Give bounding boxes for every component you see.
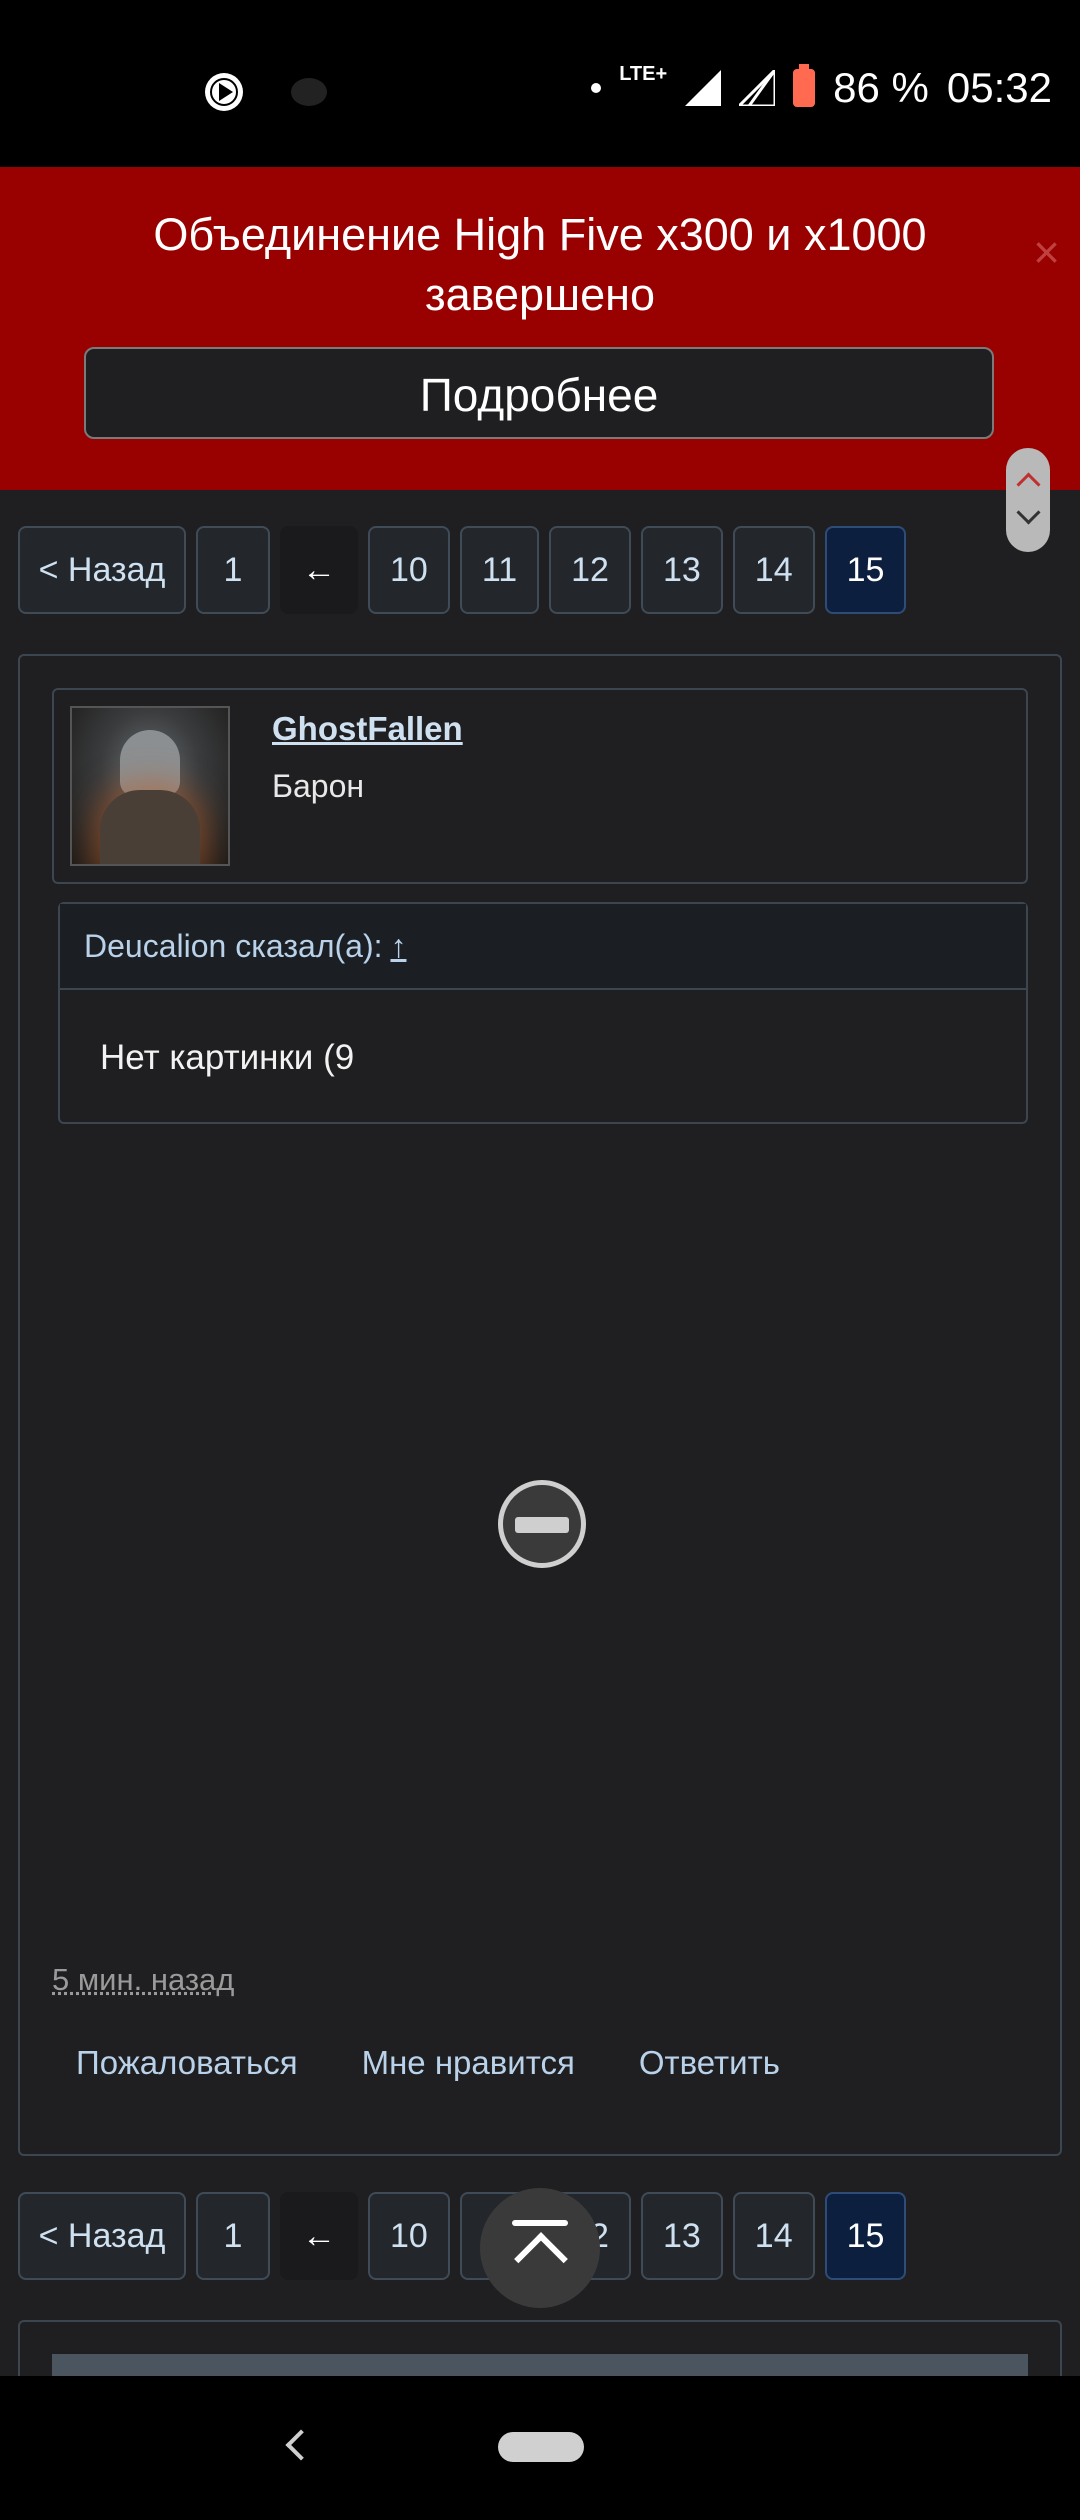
page-link-first[interactable]: 1 (196, 2192, 270, 2280)
blocked-image-icon (498, 1480, 586, 1568)
post-author-block: GhostFallen Барон (52, 688, 1028, 884)
page-link[interactable]: 13 (640, 2192, 723, 2280)
author-name-link[interactable]: GhostFallen (272, 710, 463, 748)
page-back-button[interactable]: < Назад (18, 526, 186, 614)
author-rank: Барон (272, 768, 365, 804)
page-jump-arrow[interactable]: ← (280, 526, 358, 614)
scroll-to-top-button[interactable] (480, 2188, 600, 2308)
scroll-controls[interactable] (1006, 448, 1050, 552)
battery-level: 86 % (833, 64, 929, 111)
reply-link[interactable]: Ответить (639, 2044, 780, 2082)
page-link[interactable]: 13 (640, 526, 723, 614)
quote-source-link[interactable]: ↑ (390, 928, 406, 965)
page-link-active[interactable]: 15 (824, 526, 907, 614)
page-link[interactable]: 14 (732, 2192, 815, 2280)
quote-block: Deucalion сказал(а): ↑ Нет картинки (9 (58, 902, 1028, 1124)
battery-icon (793, 64, 816, 107)
page-link[interactable]: 12 (549, 526, 631, 614)
scroll-top-bar-icon (512, 2220, 568, 2226)
details-button[interactable]: Подробнее (84, 347, 994, 439)
roaming-signal-icon (739, 70, 776, 106)
announcement-banner: Объединение High Five x300 и x1000 завер… (0, 167, 1080, 490)
banner-text: Объединение High Five x300 и x1000 завер… (153, 209, 927, 320)
page-back-button[interactable]: < Назад (18, 2192, 186, 2280)
chevron-up-icon (514, 2232, 568, 2286)
chat-notification-icon (291, 78, 327, 106)
post-timestamp[interactable]: 5 мин. назад (52, 1962, 234, 1998)
system-nav-bar (0, 2376, 1080, 2520)
status-bar: LTE+ 86 % 05:32 (0, 0, 1080, 167)
clock: 05:32 (946, 64, 1052, 111)
page-jump-arrow[interactable]: ← (280, 2192, 358, 2280)
forum-post: GhostFallen Барон Deucalion сказал(а): ↑… (18, 654, 1062, 2156)
pagination-bottom: < Назад 1 ← 10 11 12 13 14 15 (18, 2192, 907, 2280)
notification-dot-icon (591, 83, 602, 93)
media-play-icon (205, 73, 243, 111)
page-link[interactable]: 10 (368, 2192, 450, 2280)
page-link-first[interactable]: 1 (196, 526, 270, 614)
quote-author: Deucalion сказал(а): (84, 927, 383, 964)
back-icon[interactable] (285, 2429, 317, 2461)
report-link[interactable]: Пожаловаться (76, 2044, 298, 2082)
close-icon[interactable]: × (1033, 225, 1060, 279)
like-link[interactable]: Мне нравится (362, 2044, 575, 2082)
page-link[interactable]: 11 (459, 526, 540, 614)
signal-icon (685, 70, 722, 106)
quote-header: Deucalion сказал(а): ↑ (60, 904, 1026, 990)
page-link[interactable]: 14 (732, 526, 815, 614)
chevron-down-icon[interactable] (1016, 500, 1041, 525)
chevron-up-icon[interactable] (1016, 472, 1041, 497)
page-link-active[interactable]: 15 (824, 2192, 907, 2280)
network-type: LTE+ (619, 62, 668, 85)
avatar[interactable] (70, 706, 230, 866)
pagination-top: < Назад 1 ← 10 11 12 13 14 15 (18, 526, 907, 614)
page-link[interactable]: 10 (368, 526, 450, 614)
home-pill-icon[interactable] (498, 2432, 584, 2462)
post-actions: Пожаловаться Мне нравится Ответить (76, 2044, 780, 2082)
quote-text: Нет картинки (9 (100, 1038, 355, 1077)
